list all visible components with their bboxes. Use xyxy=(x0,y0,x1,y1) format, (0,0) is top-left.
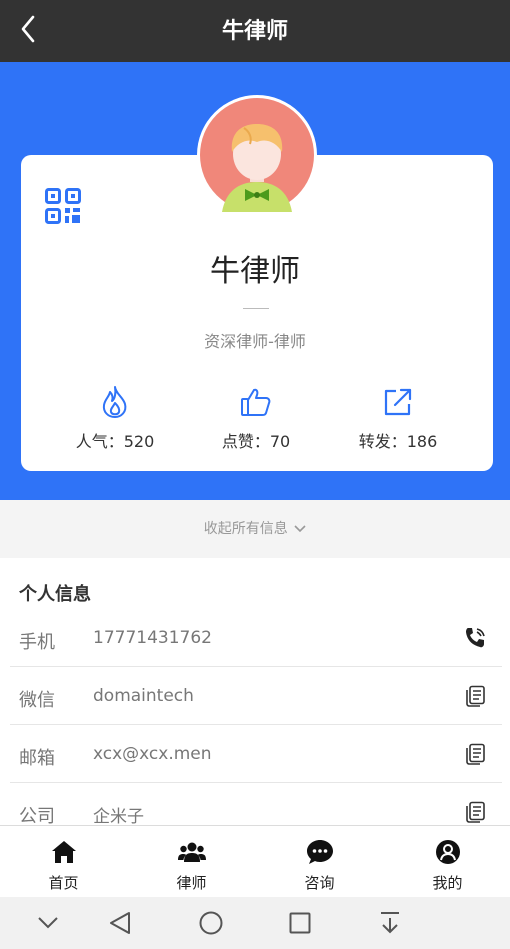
collapse-info-toggle[interactable]: 收起所有信息 xyxy=(0,500,510,558)
phone-icon xyxy=(466,628,485,648)
home-icon xyxy=(51,841,76,863)
info-label: 邮箱 xyxy=(19,748,55,769)
call-button[interactable] xyxy=(462,625,488,651)
bottom-tab-bar: 首页 律师 咨询 我的 xyxy=(0,825,510,897)
tab-label: 咨询 xyxy=(304,874,335,892)
info-row-company: 公司 企米子 xyxy=(10,783,502,826)
tab-home[interactable]: 首页 xyxy=(0,826,127,898)
info-value: domaintech xyxy=(93,686,194,706)
tab-label: 我的 xyxy=(432,874,463,892)
qr-code-icon[interactable] xyxy=(45,188,81,224)
tab-label: 律师 xyxy=(176,874,207,892)
copy-button[interactable] xyxy=(462,799,488,825)
people-icon xyxy=(177,842,206,862)
page-title: 牛律师 xyxy=(221,19,288,44)
avatar xyxy=(197,95,317,215)
thumbs-up-icon xyxy=(241,388,271,416)
collapse-label: 收起所有信息 xyxy=(203,521,288,537)
copy-icon xyxy=(466,801,485,823)
info-value: 企米子 xyxy=(93,807,144,826)
personal-info-section: 个人信息 手机 17771431762 微信 domaintech 邮箱 xcx… xyxy=(0,558,510,826)
notification-pull-button[interactable] xyxy=(374,907,406,939)
share-icon xyxy=(384,388,412,416)
tab-consult[interactable]: 咨询 xyxy=(256,826,383,898)
stat-shares[interactable]: 转发：186 xyxy=(333,382,463,452)
square-recents-icon xyxy=(289,912,311,934)
copy-button[interactable] xyxy=(462,683,488,709)
lawyer-title: 资深律师-律师 xyxy=(204,332,306,351)
system-home-button[interactable] xyxy=(195,907,227,939)
info-value: xcx@xcx.men xyxy=(93,744,212,764)
user-icon xyxy=(435,840,460,864)
copy-button[interactable] xyxy=(462,741,488,767)
circle-home-icon xyxy=(199,911,223,935)
triangle-back-icon xyxy=(110,912,130,934)
info-row-phone: 手机 17771431762 xyxy=(10,609,502,667)
fire-icon xyxy=(102,386,127,418)
chevron-down-icon xyxy=(38,917,58,929)
tab-lawyers[interactable]: 律师 xyxy=(128,826,255,898)
chat-icon xyxy=(306,840,333,864)
stat-likes-label: 点赞：70 xyxy=(221,432,291,451)
pull-down-icon xyxy=(381,912,399,934)
name-divider xyxy=(243,308,269,309)
info-row-email: 邮箱 xcx@xcx.men xyxy=(10,725,502,783)
system-nav-bar xyxy=(0,897,510,949)
tab-label: 首页 xyxy=(48,874,79,892)
info-row-wechat: 微信 domaintech xyxy=(10,667,502,725)
info-label: 微信 xyxy=(19,690,55,711)
system-back-button[interactable] xyxy=(104,907,136,939)
lawyer-name: 牛律师 xyxy=(210,254,300,289)
info-value: 17771431762 xyxy=(93,628,212,648)
stat-shares-label: 转发：186 xyxy=(358,432,438,451)
tab-mine[interactable]: 我的 xyxy=(384,826,510,898)
title-bar: 牛律师 xyxy=(0,0,510,62)
chevron-down-icon xyxy=(294,525,306,533)
stat-popularity: 人气：520 xyxy=(50,382,180,452)
copy-icon xyxy=(466,743,485,765)
stat-popularity-label: 人气：520 xyxy=(75,432,155,451)
system-recents-button[interactable] xyxy=(284,907,316,939)
stat-likes[interactable]: 点赞：70 xyxy=(191,382,321,452)
section-heading: 个人信息 xyxy=(19,584,91,605)
hide-nav-button[interactable] xyxy=(32,907,64,939)
info-label: 公司 xyxy=(19,806,55,826)
info-label: 手机 xyxy=(19,632,55,653)
copy-icon xyxy=(466,685,485,707)
